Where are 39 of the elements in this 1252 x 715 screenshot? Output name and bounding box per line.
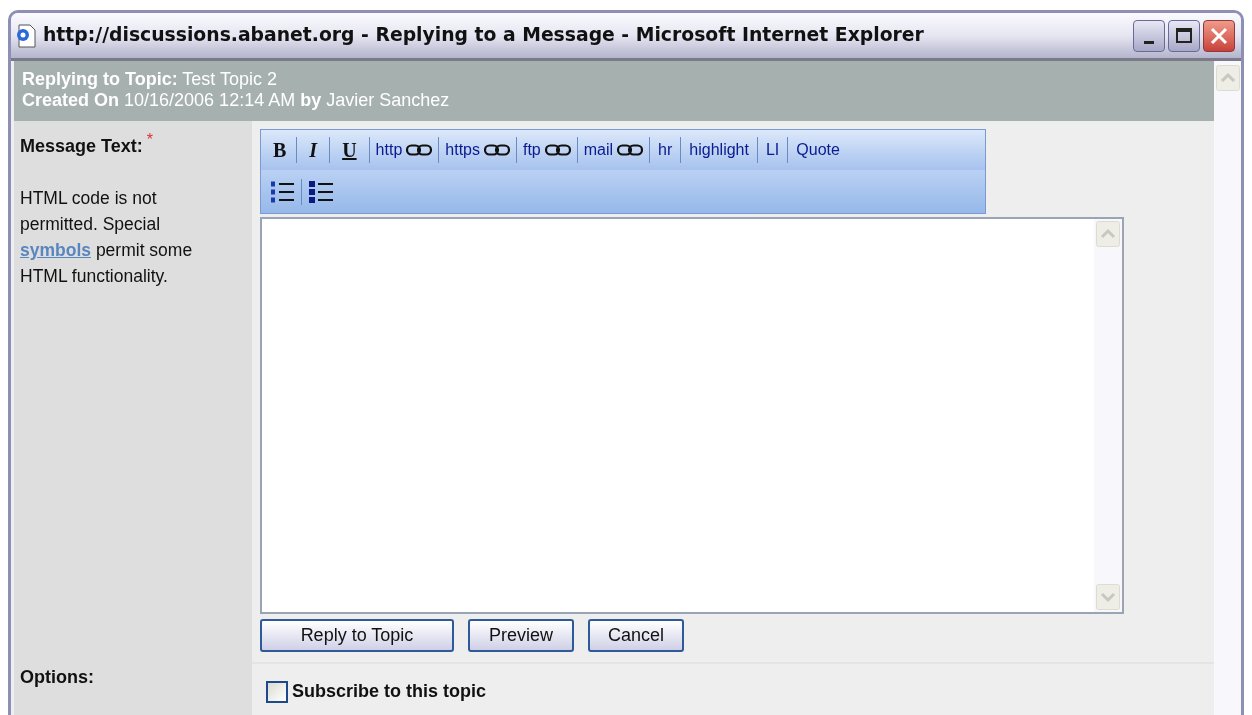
bulleted-list-icon[interactable] xyxy=(308,179,334,204)
format-button[interactable]: highlight xyxy=(681,135,757,165)
scroll-up-icon[interactable] xyxy=(1215,65,1240,91)
numbered-list-icon[interactable] xyxy=(269,179,295,204)
message-label: Message Text: xyxy=(20,135,143,158)
link-button[interactable]: mail xyxy=(577,135,650,165)
scroll-down-icon[interactable] xyxy=(1096,584,1120,610)
link-button[interactable]: ftp xyxy=(516,135,577,165)
link-icon xyxy=(406,144,433,156)
subscribe-checkbox[interactable]: Subscribe to this topic xyxy=(266,678,487,705)
close-icon xyxy=(1210,26,1228,45)
textarea-scrollbar[interactable] xyxy=(1094,219,1122,612)
bold-button[interactable]: B xyxy=(263,135,297,165)
underline-button[interactable]: U xyxy=(330,135,369,165)
topic-info: Created On 10/16/2006 12:14 AM by Javier Sanchez xyxy=(22,90,451,111)
link-icon xyxy=(617,144,644,156)
browser-icon xyxy=(15,23,37,48)
link-icon xyxy=(483,144,510,156)
preview-button[interactable]: Preview xyxy=(468,619,574,652)
options-label: Options: xyxy=(20,666,95,689)
scroll-up-icon[interactable] xyxy=(1096,221,1120,247)
format-button[interactable]: hr xyxy=(650,135,681,165)
close-button[interactable] xyxy=(1203,19,1235,52)
format-button[interactable]: LI xyxy=(757,135,788,165)
cancel-button[interactable]: Cancel xyxy=(588,619,684,652)
link-button[interactable]: https xyxy=(439,135,516,165)
link-button[interactable]: http xyxy=(369,135,439,165)
required-mark: * xyxy=(146,133,153,147)
page-scrollbar[interactable] xyxy=(1214,61,1241,715)
message-textarea[interactable] xyxy=(260,217,1124,614)
link-icon xyxy=(544,144,571,156)
window-title: http://discussions.abanet.org - Replying to a Message - Microsoft Internet Explorer xyxy=(43,23,924,48)
format-button[interactable]: Quote xyxy=(788,135,848,165)
minimize-button[interactable] xyxy=(1133,19,1165,52)
help-text: HTML code is not permitted. Special symbols permit some HTML functionality. xyxy=(20,187,194,288)
italic-button[interactable]: I xyxy=(297,135,330,165)
reply-button[interactable]: Reply to Topic xyxy=(260,619,454,652)
topic-info: Replying to Topic: Test Topic 2 xyxy=(22,69,279,90)
maximize-button[interactable] xyxy=(1168,19,1200,52)
